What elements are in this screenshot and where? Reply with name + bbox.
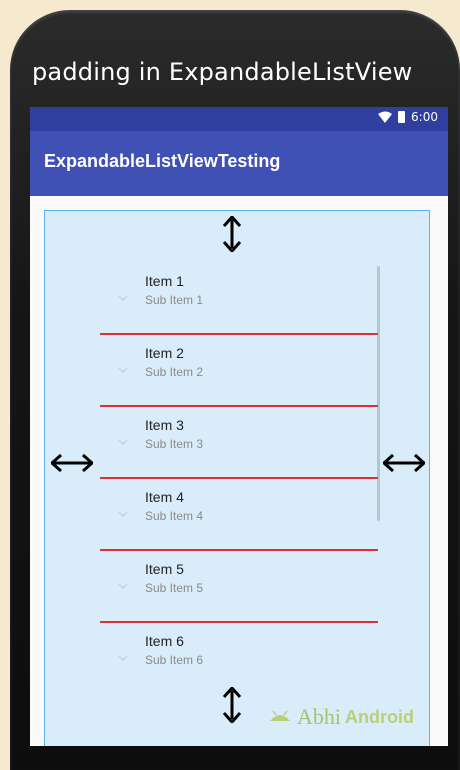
wifi-icon — [378, 111, 393, 123]
status-bar: 6:00 — [30, 107, 448, 131]
group-title: Item 6 — [145, 633, 184, 649]
status-time: 6:00 — [411, 110, 438, 124]
group-item-6[interactable]: Item 6 Sub Item 6 — [100, 623, 380, 695]
group-subtitle: Sub Item 3 — [145, 437, 204, 451]
chevron-down-icon — [118, 511, 128, 517]
group-subtitle: Sub Item 1 — [145, 293, 204, 307]
group-item-4[interactable]: Item 4 Sub Item 4 — [100, 479, 380, 551]
group-subtitle: Sub Item 4 — [145, 509, 204, 523]
app-title: ExpandableListViewTesting — [44, 151, 281, 171]
group-subtitle: Sub Item 5 — [145, 581, 204, 595]
chevron-down-icon — [118, 583, 128, 589]
group-subtitle: Sub Item 2 — [145, 365, 204, 379]
chevron-down-icon — [118, 655, 128, 661]
android-logo-icon — [270, 710, 290, 721]
group-title: Item 2 — [145, 345, 184, 361]
abhiandroid-watermark: Abhi Android — [267, 704, 414, 730]
top-padding-arrow-icon — [221, 216, 243, 252]
group-item-3[interactable]: Item 3 Sub Item 3 — [100, 407, 380, 479]
watermark-text-android: Android — [345, 706, 414, 727]
status-icons: 6:00 — [378, 110, 438, 124]
chevron-down-icon — [118, 295, 128, 301]
chevron-down-icon — [118, 367, 128, 373]
device-screen: 6:00 ExpandableListViewTesting Item 1 Su… — [30, 107, 448, 746]
banner-caption: padding in ExpandableListView — [32, 58, 413, 86]
group-title: Item 1 — [145, 273, 184, 289]
group-item-1[interactable]: Item 1 Sub Item 1 — [100, 263, 380, 335]
app-bar: ExpandableListViewTesting — [30, 131, 448, 196]
group-title: Item 4 — [145, 489, 184, 505]
right-padding-arrow-icon — [383, 453, 425, 473]
expandable-list-view[interactable]: Item 1 Sub Item 1 Item 2 Sub Item 2 Item… — [44, 210, 430, 746]
watermark-text-abhi: Abhi — [297, 704, 341, 729]
group-title: Item 3 — [145, 417, 184, 433]
group-item-5[interactable]: Item 5 Sub Item 5 — [100, 551, 380, 623]
left-padding-arrow-icon — [51, 453, 93, 473]
chevron-down-icon — [118, 439, 128, 445]
group-title: Item 5 — [145, 561, 184, 577]
group-list: Item 1 Sub Item 1 Item 2 Sub Item 2 Item… — [100, 263, 380, 743]
battery-icon — [398, 111, 406, 123]
group-subtitle: Sub Item 6 — [145, 653, 204, 667]
group-item-2[interactable]: Item 2 Sub Item 2 — [100, 335, 380, 407]
